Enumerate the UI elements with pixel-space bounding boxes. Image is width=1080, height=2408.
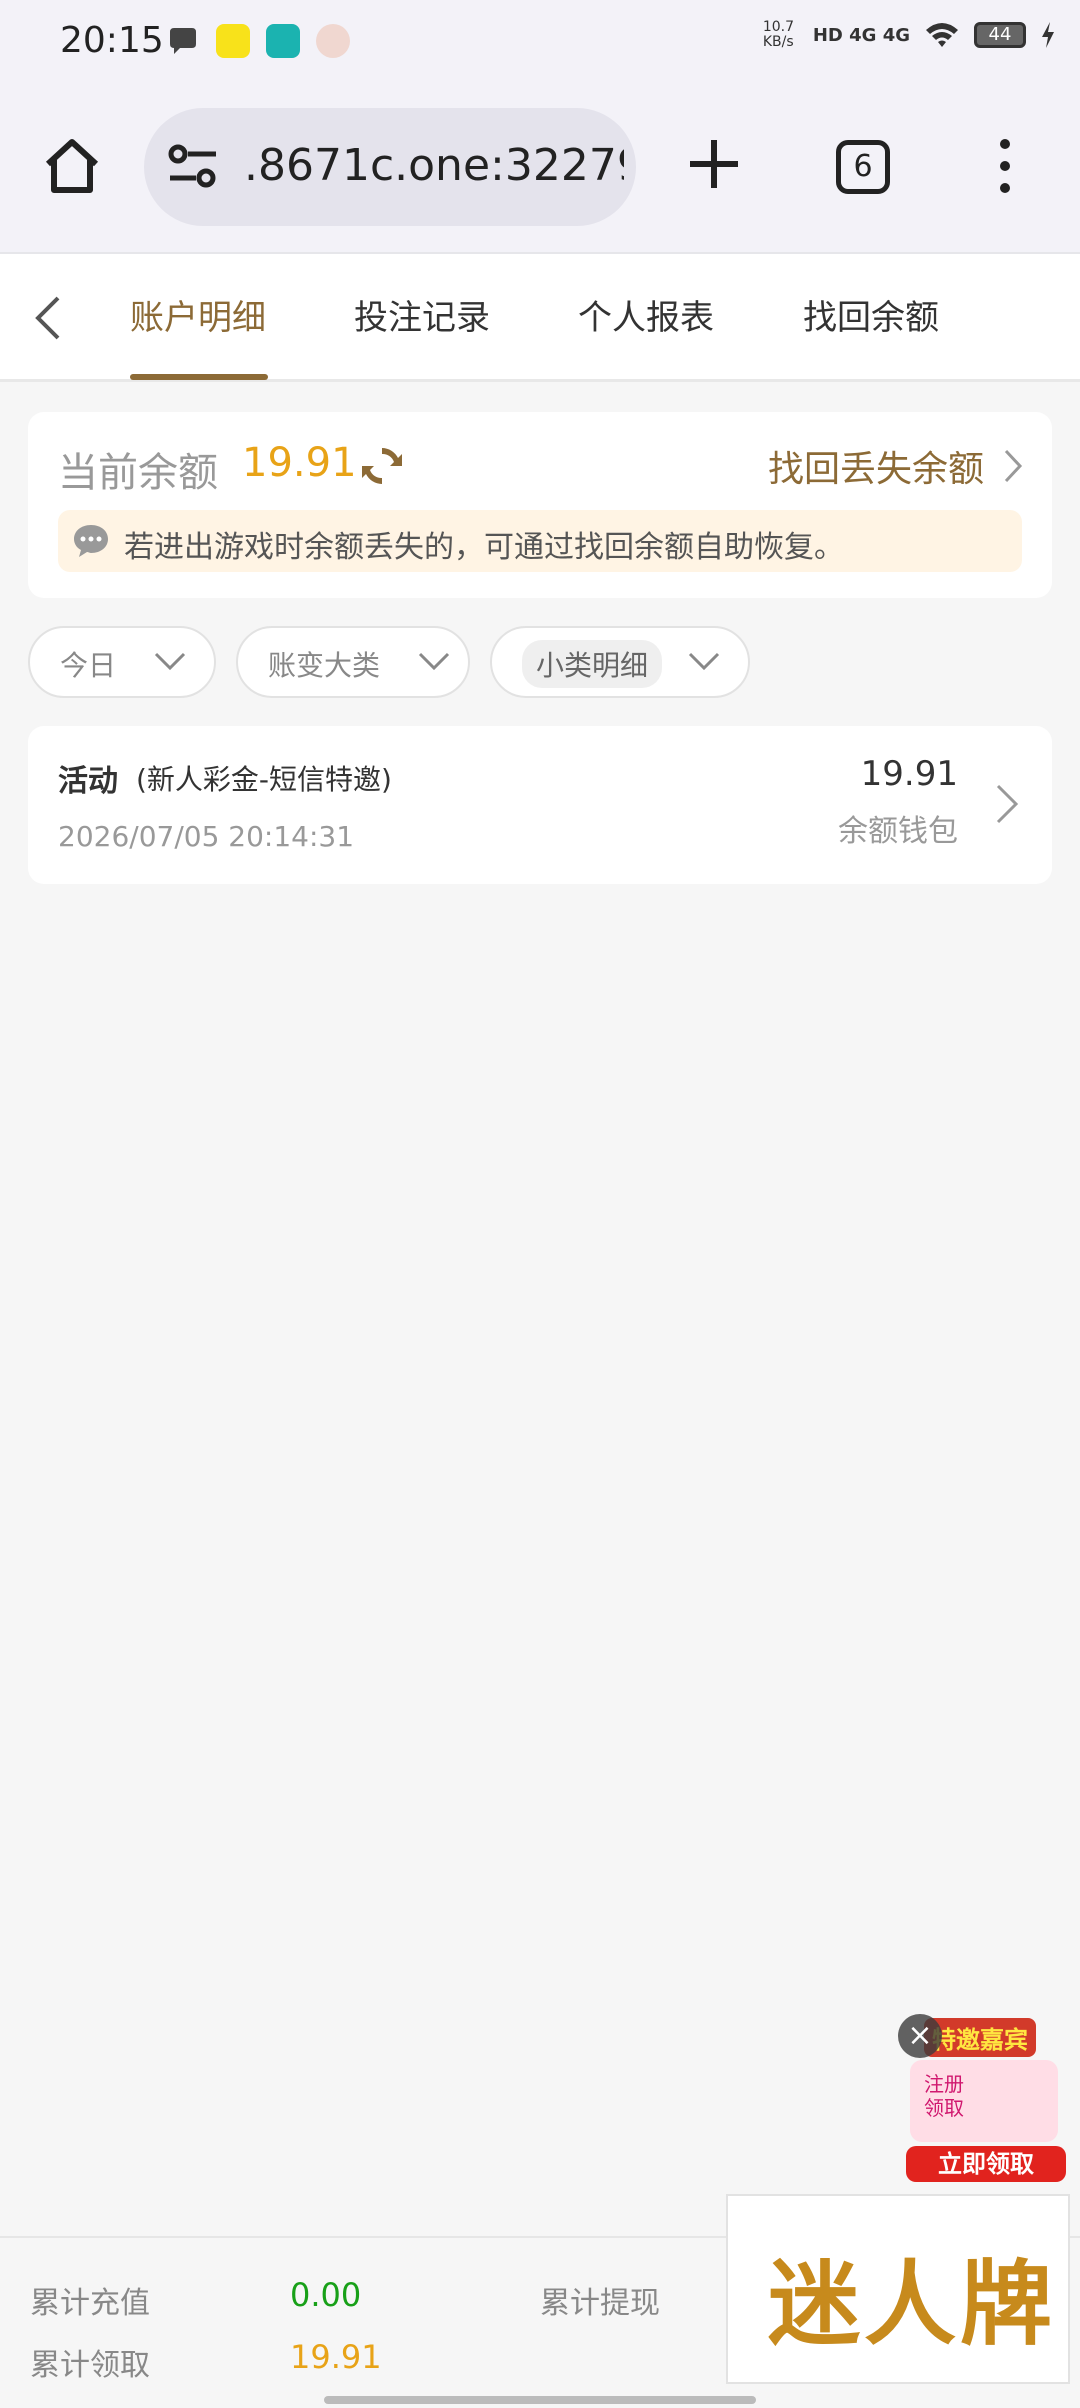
retrieve-link-label[interactable]: 找回丢失余额	[768, 440, 984, 492]
transaction-detail: (新人彩金-短信特邀)	[136, 763, 392, 796]
status-indicators: 10.7 KB/s HD 4G 4G 44	[763, 20, 1056, 50]
site-settings-icon[interactable]	[166, 142, 220, 192]
url-text[interactable]: .8671c.one:32279	[244, 140, 624, 191]
subcategory-filter-label: 小类明细	[522, 640, 663, 688]
balance-label: 当前余额	[58, 450, 218, 496]
chevron-right-icon	[996, 784, 1019, 824]
promo-claim-button[interactable]: 立即领取	[906, 2146, 1066, 2182]
transaction-type: 活动	[58, 764, 118, 799]
network-indicator: HD 4G 4G	[812, 24, 910, 46]
tab-account-details[interactable]: 账户明细	[130, 290, 266, 339]
tab-bet-records[interactable]: 投注记录	[354, 290, 490, 339]
chevron-down-icon	[154, 652, 186, 671]
app-notification-icon	[216, 24, 250, 58]
wifi-icon	[926, 23, 958, 47]
more-menu-icon[interactable]	[990, 136, 1020, 196]
status-bar: 20:15 10.7 KB/s HD 4G 4G 44	[0, 0, 1080, 84]
brand-logo-box[interactable]: 迷人牌	[726, 2194, 1070, 2384]
withdraw-label: 累计提现	[540, 2286, 660, 2321]
retrieve-lost-balance-link[interactable]: 找回丢失余额	[768, 440, 1024, 492]
address-bar[interactable]: .8671c.one:32279	[144, 108, 636, 226]
notice-text: 若进出游戏时余额丢失的，可通过找回余额自助恢复。	[124, 530, 844, 565]
browser-toolbar: .8671c.one:32279 6	[0, 84, 1080, 254]
brand-logo: 迷人牌	[768, 2250, 1057, 2358]
gesture-handle[interactable]	[324, 2396, 756, 2404]
category-filter-label: 账变大类	[268, 649, 381, 682]
claim-value: 19.91	[290, 2338, 382, 2376]
balance-value: 19.91	[242, 440, 357, 486]
subcategory-filter-dropdown[interactable]: 小类明细	[490, 626, 750, 698]
date-filter-label: 今日	[60, 649, 117, 682]
active-tab-indicator	[130, 374, 268, 380]
chevron-down-icon	[688, 652, 720, 671]
tab-navigation: 账户明细 投注记录 个人报表 找回余额	[0, 254, 1080, 382]
net-speed: 10.7 KB/s	[762, 19, 795, 50]
back-chevron-icon[interactable]	[28, 290, 68, 346]
avatar-notification-icon	[316, 24, 350, 58]
charging-icon	[1042, 22, 1054, 48]
transaction-amount: 19.91	[860, 754, 958, 794]
balance-notice: 若进出游戏时余额丢失的，可通过找回余额自助恢复。	[58, 510, 1022, 572]
chevron-down-icon	[418, 652, 450, 671]
battery-icon: 44	[974, 22, 1026, 48]
message-icon	[74, 525, 108, 557]
chevron-right-icon	[1004, 449, 1023, 483]
close-icon[interactable]: ×	[898, 2014, 942, 2058]
promo-ad-widget[interactable]: 特邀嘉宾 注册 领取 立即领取 ×	[894, 2012, 1070, 2184]
transaction-row[interactable]: 活动 (新人彩金-短信特邀) 2026/07/05 20:14:31 19.91…	[28, 726, 1052, 884]
tab-personal-report[interactable]: 个人报表	[578, 290, 714, 339]
chat-bubble-icon	[170, 28, 196, 54]
home-icon[interactable]	[40, 134, 104, 198]
promo-register-text: 注册	[924, 2072, 964, 2096]
refresh-icon[interactable]	[358, 442, 406, 490]
tab-retrieve-balance[interactable]: 找回余额	[803, 290, 939, 339]
notification-icons	[166, 24, 350, 58]
claim-label: 累计领取	[30, 2348, 150, 2383]
transaction-date: 2026/07/05 20:14:31	[58, 820, 355, 853]
promo-claim-text: 领取	[924, 2096, 964, 2120]
status-time: 20:15	[60, 20, 164, 61]
category-filter-dropdown[interactable]: 账变大类	[236, 626, 470, 698]
promo-ad-register: 注册 领取	[924, 2072, 964, 2120]
deposit-value: 0.00	[290, 2276, 362, 2314]
transaction-wallet: 余额钱包	[838, 814, 958, 849]
app-notification-icon	[266, 24, 300, 58]
new-tab-icon[interactable]	[684, 134, 744, 194]
deposit-label: 累计充值	[30, 2286, 150, 2321]
date-filter-dropdown[interactable]: 今日	[28, 626, 216, 698]
tab-switcher-button[interactable]: 6	[836, 140, 890, 194]
balance-card: 当前余额 19.91 找回丢失余额 若进出游戏时余额丢失的，可通过找回余额自助恢…	[28, 412, 1052, 598]
